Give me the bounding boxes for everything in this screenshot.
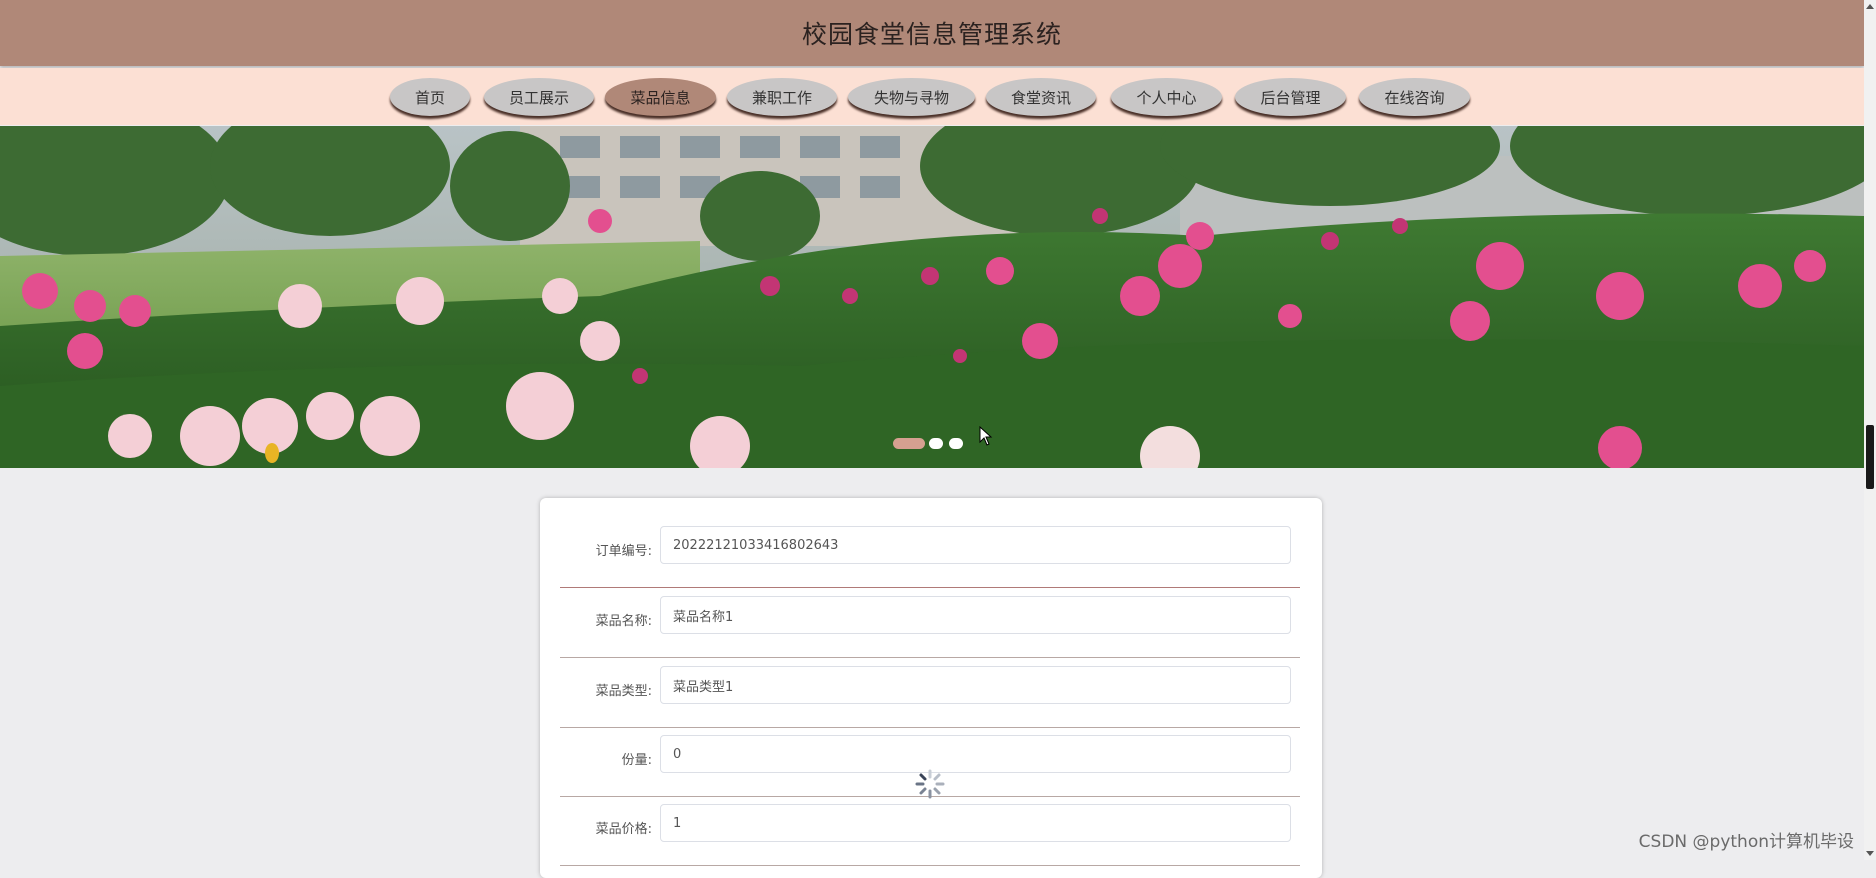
dish-type-input[interactable]	[660, 666, 1291, 704]
order-number-input[interactable]	[660, 526, 1291, 564]
dish-price-label: 菜品价格:	[595, 822, 652, 837]
order-number-label: 订单编号:	[595, 544, 652, 559]
watermark-text: CSDN @python计算机毕设	[1638, 832, 1854, 852]
form-row-dish-name: 菜品名称:	[560, 588, 1300, 658]
dish-detail-form: 订单编号: 菜品名称: 菜品类型: 份量: 菜品价格:	[540, 498, 1322, 878]
carousel-dot-2[interactable]	[929, 438, 943, 449]
page-scrollbar[interactable]	[1864, 0, 1876, 860]
nav-item-profile[interactable]: 个人中心	[1111, 78, 1222, 116]
nav-item-admin[interactable]: 后台管理	[1235, 78, 1346, 116]
banner-image	[0, 126, 1864, 468]
nav-item-consult[interactable]: 在线咨询	[1359, 78, 1470, 116]
main-nav: 首页 员工展示 菜品信息 兼职工作 失物与寻物 食堂资讯 个人中心 后台管理 在…	[0, 68, 1864, 125]
portion-input[interactable]	[660, 735, 1291, 773]
carousel-dot-1[interactable]	[893, 438, 925, 449]
nav-item-lost-found[interactable]: 失物与寻物	[848, 78, 975, 116]
nav-item-parttime[interactable]: 兼职工作	[727, 78, 837, 116]
scrollbar-thumb[interactable]	[1866, 425, 1874, 489]
nav-item-staff[interactable]: 员工展示	[484, 78, 594, 116]
dish-price-input[interactable]	[660, 804, 1291, 842]
nav-item-home[interactable]: 首页	[390, 78, 470, 116]
carousel-dot-3[interactable]	[949, 438, 963, 449]
dish-name-input[interactable]	[660, 596, 1291, 634]
form-row-order-number: 订单编号:	[560, 518, 1300, 588]
site-header: 校园食堂信息管理系统	[0, 0, 1864, 66]
scroll-down-icon[interactable]	[1866, 851, 1874, 856]
banner-carousel[interactable]	[0, 126, 1864, 468]
mouse-cursor-icon	[979, 425, 993, 450]
loading-spinner-icon	[914, 768, 946, 804]
nav-item-news[interactable]: 食堂资讯	[986, 78, 1096, 116]
form-row-dish-type: 菜品类型:	[560, 658, 1300, 728]
form-row-dish-price: 菜品价格:	[560, 796, 1300, 866]
scroll-up-icon[interactable]	[1866, 4, 1874, 9]
nav-item-dishes[interactable]: 菜品信息	[605, 78, 716, 116]
site-title: 校园食堂信息管理系统	[801, 20, 1062, 49]
portion-label: 份量:	[621, 753, 652, 768]
dish-type-label: 菜品类型:	[595, 684, 652, 699]
dish-name-label: 菜品名称:	[595, 614, 652, 629]
